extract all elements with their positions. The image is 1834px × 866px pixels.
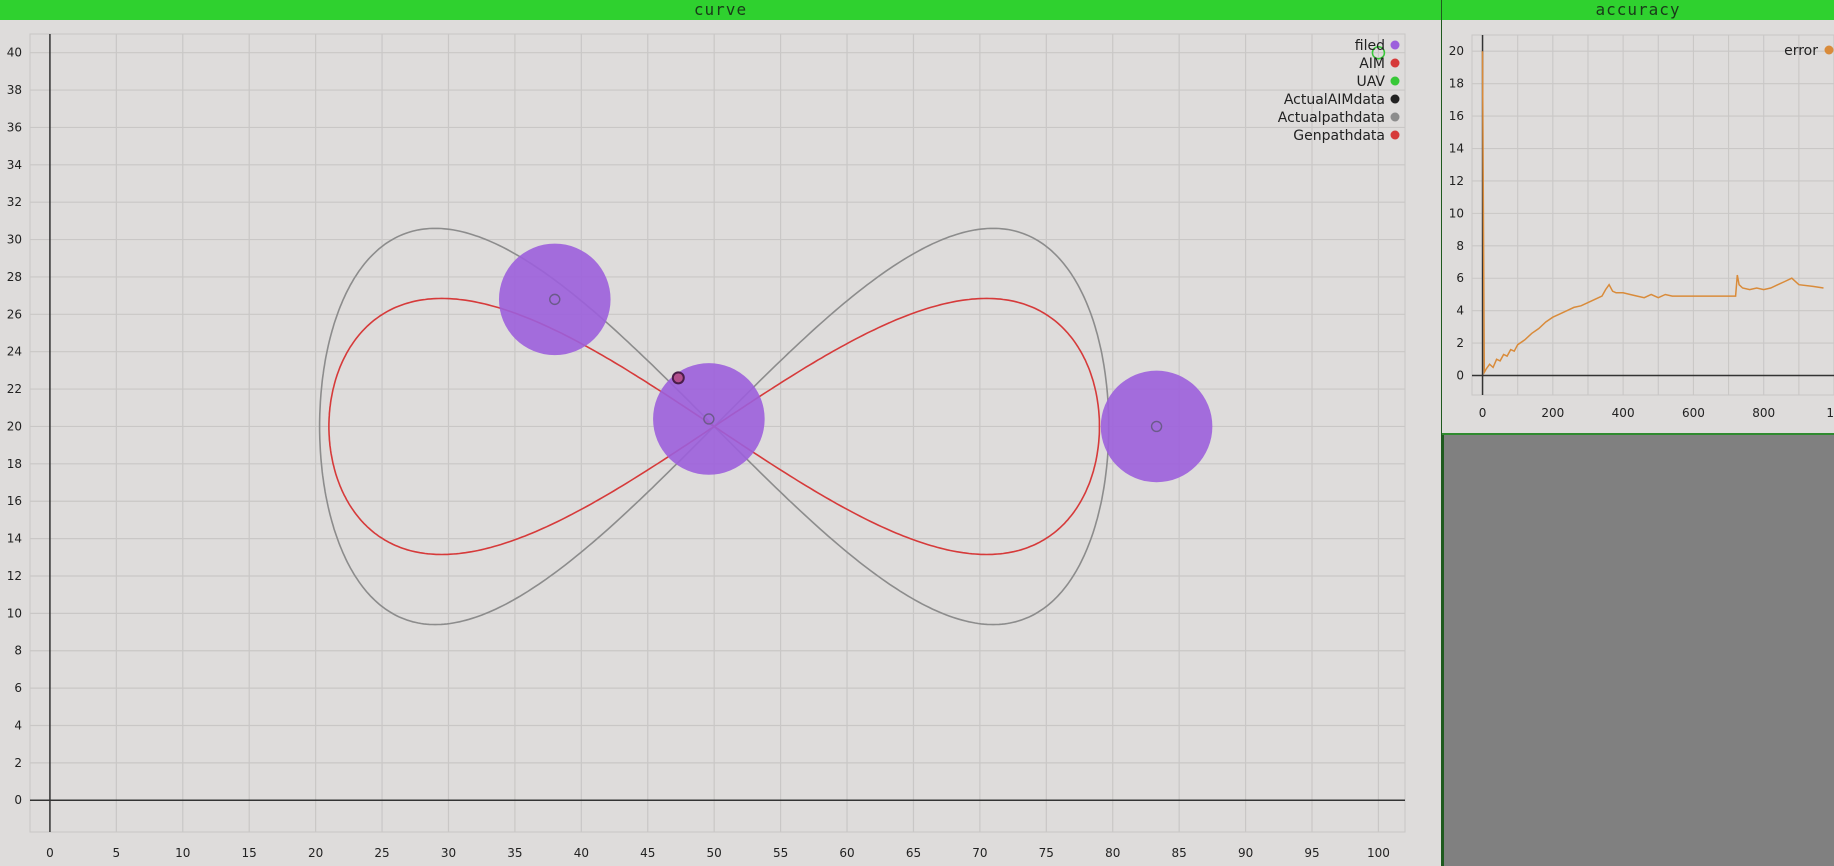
- x-tick-label: 80: [1105, 846, 1120, 860]
- y-tick-label: 30: [7, 233, 22, 247]
- acc-y-tick-label: 14: [1449, 142, 1464, 156]
- x-tick-label: 0: [46, 846, 54, 860]
- y-tick-label: 6: [14, 681, 22, 695]
- acc-y-tick-label: 2: [1456, 336, 1464, 350]
- x-tick-label: 95: [1304, 846, 1319, 860]
- legend-dot: [1390, 112, 1400, 122]
- y-tick-label: 20: [7, 419, 22, 433]
- acc-x-tick-label: 800: [1752, 406, 1775, 420]
- y-tick-label: 18: [7, 457, 22, 471]
- y-tick-label: 16: [7, 494, 22, 508]
- y-tick-label: 40: [7, 46, 22, 60]
- y-tick-label: 32: [7, 195, 22, 209]
- legend-dot: [1390, 40, 1400, 50]
- acc-y-tick-label: 0: [1456, 369, 1464, 383]
- curve-chart[interactable]: 0 5 10 15 20 25 30 35 40 45 50 55 60 65 70 75 80 85 90 95 10…: [0, 20, 1441, 866]
- acc-x-tick-label: 400: [1612, 406, 1635, 420]
- y-tick-label: 34: [7, 158, 22, 172]
- legend-label: ActualAIMdata: [1284, 92, 1385, 108]
- y-tick-label: 8: [14, 644, 22, 658]
- acc-y-tick-label: 12: [1449, 174, 1464, 188]
- x-tick-label: 60: [839, 846, 854, 860]
- acc-y-tick-label: 6: [1456, 271, 1464, 285]
- acc-x-tick-label: 0: [1479, 406, 1487, 420]
- field-circle: [498, 243, 611, 356]
- field-circle: [1100, 370, 1213, 483]
- field-circle: [653, 363, 765, 475]
- acc-y-tick-label: 16: [1449, 109, 1464, 123]
- y-tick-label: 14: [7, 532, 22, 546]
- legend-label: AIM: [1359, 56, 1385, 72]
- x-tick-label: 65: [906, 846, 921, 860]
- acc-legend-dot: [1824, 45, 1834, 55]
- x-tick-label: 40: [574, 846, 589, 860]
- legend-dot: [1390, 94, 1400, 104]
- x-tick-label: 30: [441, 846, 456, 860]
- y-tick-label: 28: [7, 270, 22, 284]
- y-tick-label: 26: [7, 307, 22, 321]
- curve-panel-title: curve: [0, 0, 1441, 20]
- acc-x-tick-label: 200: [1541, 406, 1564, 420]
- x-tick-label: 20: [308, 846, 323, 860]
- legend-dot: [1390, 58, 1400, 68]
- legend-label: Genpathdata: [1293, 128, 1385, 144]
- y-tick-label: 0: [14, 793, 22, 807]
- x-tick-label: 85: [1172, 846, 1187, 860]
- aim-marker: [671, 371, 685, 385]
- acc-y-tick-label: 8: [1456, 239, 1464, 253]
- y-tick-label: 38: [7, 83, 22, 97]
- x-tick-label: 75: [1039, 846, 1054, 860]
- x-tick-label: 70: [972, 846, 987, 860]
- legend-label: UAV: [1356, 74, 1385, 90]
- acc-y-tick-label: 4: [1456, 304, 1464, 318]
- y-tick-label: 12: [7, 569, 22, 583]
- y-tick-label: 10: [7, 606, 22, 620]
- acc-legend-label: error: [1784, 43, 1818, 59]
- x-tick-label: 90: [1238, 846, 1253, 860]
- y-tick-label: 4: [14, 718, 22, 732]
- x-tick-label: 35: [507, 846, 522, 860]
- acc-y-tick-label: 10: [1449, 206, 1464, 220]
- x-tick-label: 55: [773, 846, 788, 860]
- acc-y-tick-label: 18: [1449, 77, 1464, 91]
- legend-dot: [1390, 76, 1400, 86]
- x-tick-label: 45: [640, 846, 655, 860]
- acc-y-tick-label: 20: [1449, 44, 1464, 58]
- x-tick-label: 5: [113, 846, 121, 860]
- acc-x-tick-label: 600: [1682, 406, 1705, 420]
- accuracy-chart[interactable]: 0 200 400 600 800 10 0 2 4 6 8 10 12 14 16 18 20 error: [1442, 20, 1834, 433]
- legend-label: filed: [1355, 38, 1385, 54]
- legend-label: Actualpathdata: [1278, 110, 1385, 126]
- legend-dot: [1390, 130, 1400, 140]
- y-tick-label: 22: [7, 382, 22, 396]
- x-tick-label: 100: [1367, 846, 1390, 860]
- x-tick-label: 25: [374, 846, 389, 860]
- accuracy-panel: accuracy 0 200 400 600 800 10 0 2 4 6 8 10 12 14 16 18 2…: [1442, 0, 1834, 435]
- x-tick-label: 15: [242, 846, 257, 860]
- accuracy-panel-title: accuracy: [1442, 0, 1834, 20]
- x-tick-label: 10: [175, 846, 190, 860]
- x-tick-label: 50: [707, 846, 722, 860]
- y-tick-label: 2: [14, 756, 22, 770]
- acc-x-tick-label: 10: [1826, 406, 1834, 420]
- curve-panel: curve 0 5 10 15 20 25 30 35 40 45 50 55 60 65 70 75 80 85…: [0, 0, 1441, 866]
- y-tick-label: 36: [7, 120, 22, 134]
- y-tick-label: 24: [7, 345, 22, 359]
- acc-plot-area: [1471, 34, 1834, 396]
